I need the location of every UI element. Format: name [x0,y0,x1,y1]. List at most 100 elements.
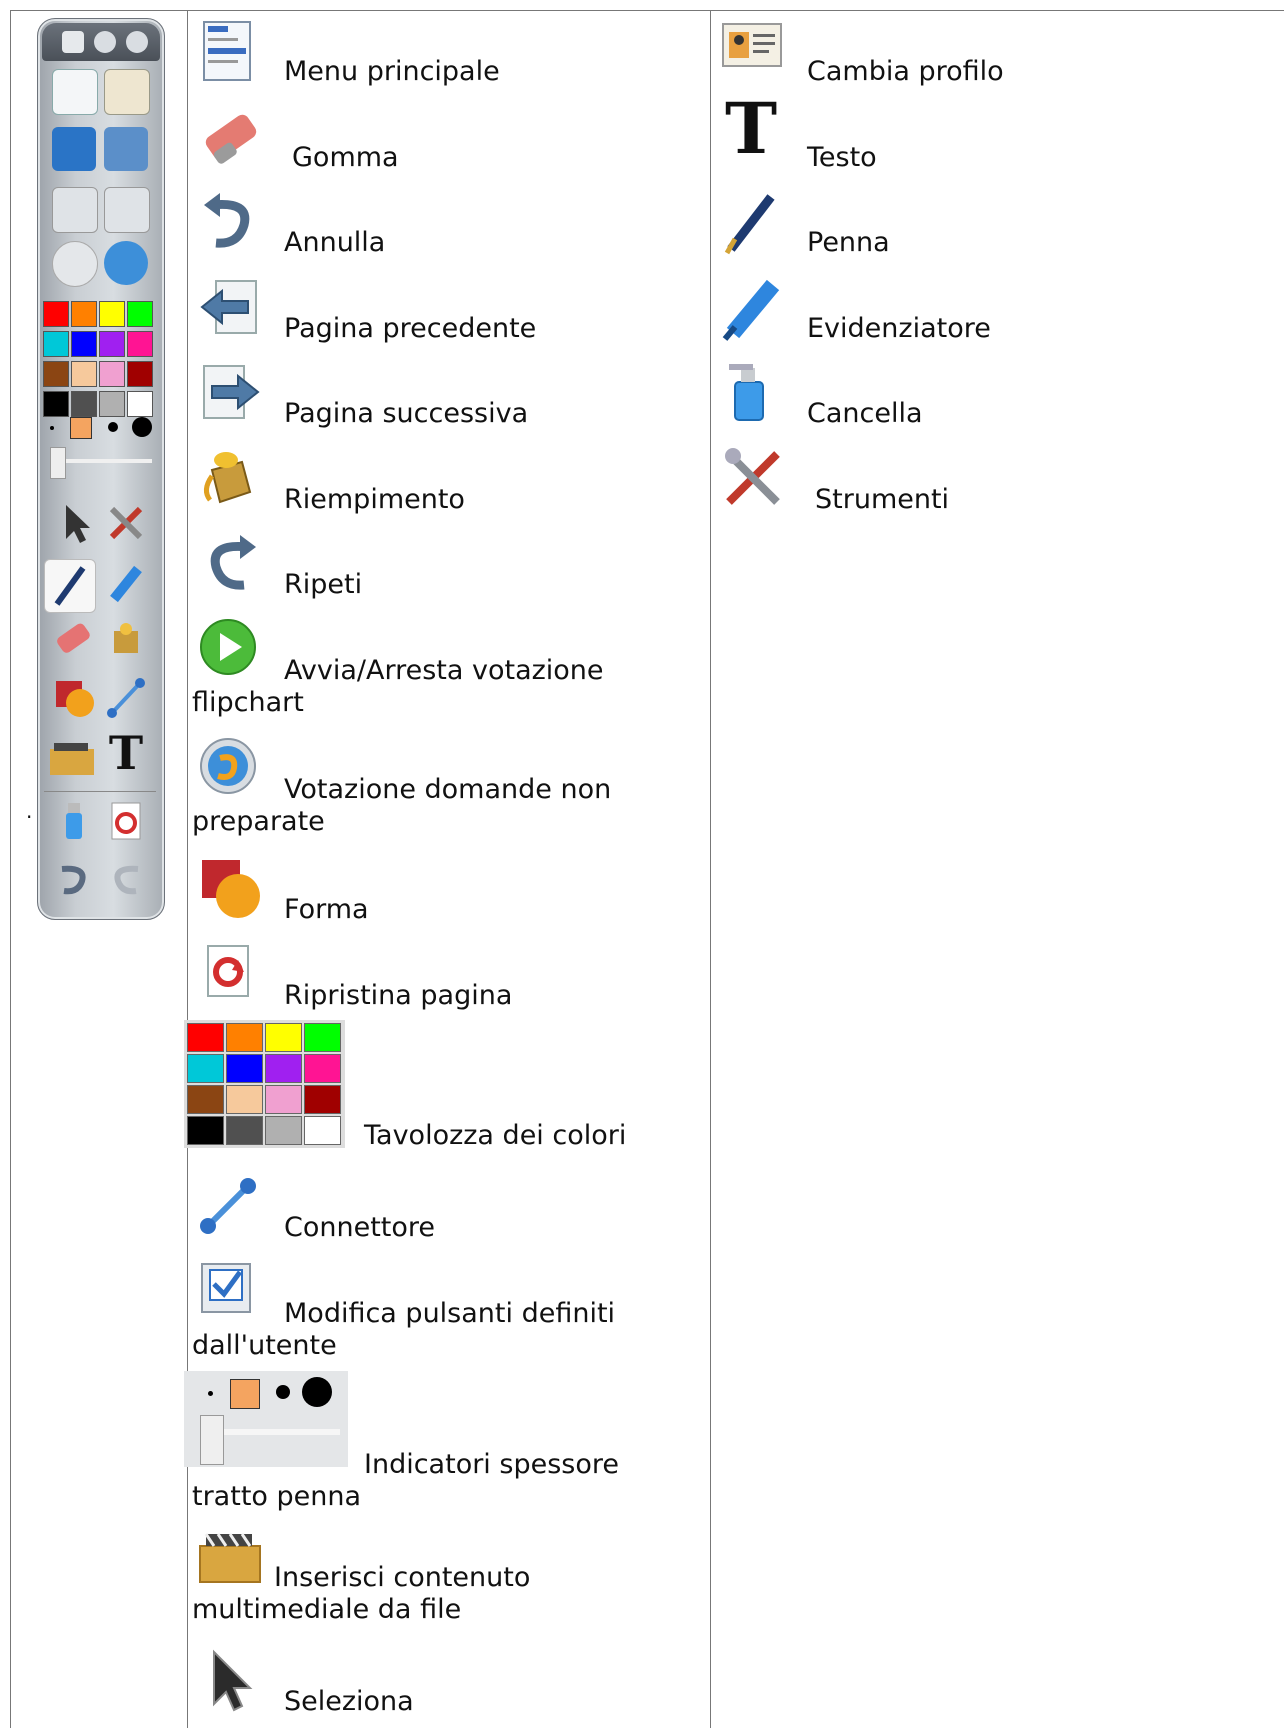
text-icon: T [725,87,778,170]
palette-swatch [304,1116,341,1145]
spray-bottle-icon [52,799,96,843]
item-label: Cambia profilo [807,56,1004,87]
toolbar-swatch [127,361,153,387]
toolbar-swatch [99,391,125,417]
toolbar-swatch [127,391,153,417]
highlighter-icon [104,561,148,605]
pen-thickness-icon [184,1371,348,1467]
stray-mark: · [26,805,33,829]
palette-swatch [226,1023,263,1052]
palette-swatch [187,1085,224,1114]
toolbar-divider [44,791,156,792]
previous-page-icon [52,187,98,233]
palette-swatch [265,1023,302,1052]
page-icon [62,31,84,53]
checkbox-icon [201,1263,251,1313]
pointer-icon [213,1649,253,1712]
connector-icon [200,1178,256,1234]
toolbar-swatch [43,391,69,417]
unprepared-vote-icon [104,241,148,285]
play-icon [200,619,256,675]
thickness-dot-2 [70,417,92,439]
toolbar-swatch [43,361,69,387]
palette-swatch [226,1085,263,1114]
pointer-icon [52,501,96,545]
palette-swatch [265,1085,302,1114]
toolbar-swatch [99,361,125,387]
shape-icon [202,860,260,918]
text-icon: T [108,726,144,780]
toolbar-swatch [71,301,97,327]
toolbar-swatch [127,301,153,327]
item-label: Avvia/Arresta votazione [284,655,604,686]
palette-swatch [265,1116,302,1145]
item-label: Forma [284,894,369,925]
middle-column: Menu principale Gomma Annulla Pagina preced… [184,10,710,1728]
palette-swatch [304,1054,341,1083]
next-page-icon [104,187,150,233]
spray-bottle-icon [729,364,764,421]
undo-icon [52,855,96,899]
tools-icon [725,448,780,505]
redo-icon [210,535,256,590]
item-label: Strumenti [815,484,950,515]
up-icon [94,31,116,53]
palette-swatch [304,1085,341,1114]
item-label: Riempimento [284,484,465,515]
shape-icon [52,675,96,719]
palette-swatch [187,1023,224,1052]
item-label-continued: preparate [192,806,325,837]
eraser-icon [205,114,257,164]
item-label: Seleziona [284,1686,414,1717]
palette-swatch [304,1023,341,1052]
palette-swatch [187,1054,224,1083]
unprepared-vote-icon [200,738,256,794]
fill-bucket-icon [104,617,148,661]
item-label: Indicatori spessore [364,1449,619,1480]
item-label: Votazione domande non [284,774,612,805]
undo-icon [204,193,250,248]
item-label: Gomma [292,142,399,173]
item-label: Testo [807,142,877,173]
item-label: Ripeti [284,569,363,600]
item-label: Annulla [284,227,386,258]
item-label: Penna [807,227,890,258]
item-label: Pagina successiva [284,398,529,429]
item-label: Inserisci contenuto [274,1562,531,1593]
item-label: Modifica pulsanti definiti [284,1298,616,1329]
thickness-slider-handle [50,447,66,479]
profile-card-icon [722,23,782,67]
item-label-continued: flipchart [192,687,304,718]
next-page-icon [203,365,260,419]
color-palette-icon [184,1020,345,1148]
main-menu-icon [52,69,98,115]
highlighter-icon [722,279,780,341]
right-column: Cambia profilo T Testo Penna Evidenziatore Ca… [711,10,1284,1728]
item-label: Connettore [284,1212,436,1243]
media-folder-icon [46,735,98,779]
thickness-dot-4 [132,417,152,437]
toolbar-swatch [71,361,97,387]
toolbar-swatch [99,301,125,327]
toolbar-swatch [127,331,153,357]
item-label-continued: dall'utente [192,1330,337,1361]
palette-swatch [187,1116,224,1145]
toolbar-swatch [99,331,125,357]
item-label: Menu principale [284,56,500,87]
tools-icon [104,501,148,545]
item-label-continued: tratto penna [192,1481,362,1512]
item-label: Tavolozza dei colori [364,1120,627,1151]
item-label: Evidenziatore [807,313,991,344]
desktop-tools-icon [104,127,148,171]
previous-page-icon [200,280,257,334]
fill-bucket-icon [204,452,252,504]
reset-page-icon [207,945,249,997]
toolbar-header [42,23,160,61]
item-label: Pagina precedente [284,313,537,344]
pen-icon [724,194,775,255]
thickness-dot-3 [108,422,118,432]
palette-swatch [226,1116,263,1145]
toolbar-swatch [71,331,97,357]
media-folder-icon [199,1533,261,1583]
palette-swatch [265,1054,302,1083]
